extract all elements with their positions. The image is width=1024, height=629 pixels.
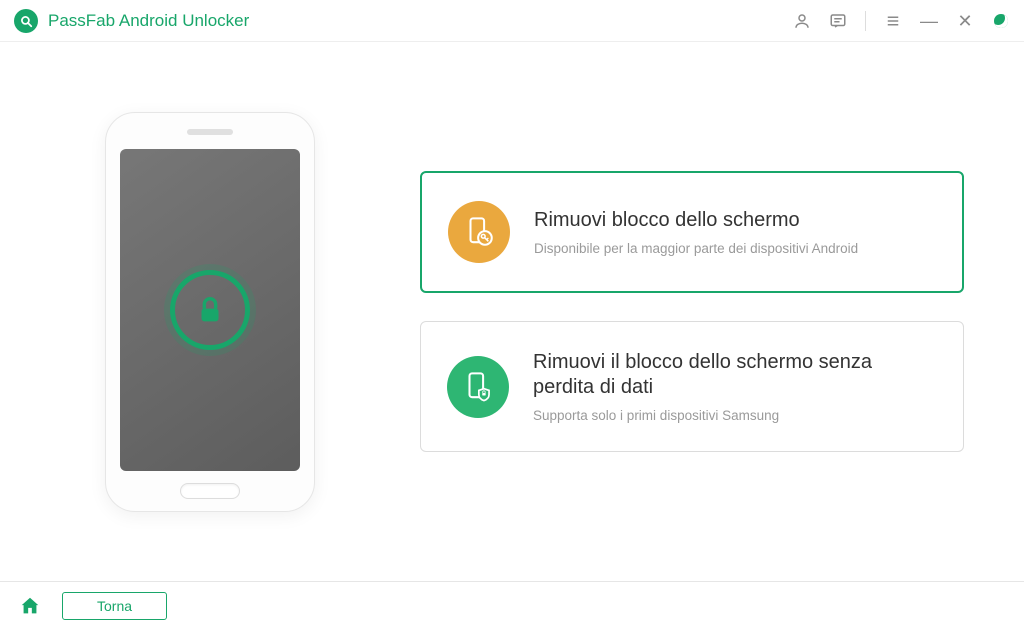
lock-icon xyxy=(170,270,250,350)
phone-key-icon xyxy=(448,201,510,263)
app-title: PassFab Android Unlocker xyxy=(48,11,249,31)
option-title: Rimuovi blocco dello schermo xyxy=(534,208,936,233)
app-logo xyxy=(14,9,38,33)
maximize-indicator[interactable] xyxy=(992,12,1010,30)
menu-icon[interactable] xyxy=(884,12,902,30)
option-title: Rimuovi il blocco dello schermo senza pe… xyxy=(533,350,937,400)
option-remove-screen-lock[interactable]: Rimuovi blocco dello schermo Disponibile… xyxy=(420,171,964,293)
phone-illustration xyxy=(0,112,420,512)
option-subtitle: Supporta solo i primi dispositivi Samsun… xyxy=(533,408,937,423)
option-subtitle: Disponibile per la maggior parte dei dis… xyxy=(534,241,936,256)
titlebar-controls: — ✕ xyxy=(793,11,1010,31)
separator xyxy=(865,11,866,31)
phone-shield-icon xyxy=(447,356,509,418)
options-list: Rimuovi blocco dello schermo Disponibile… xyxy=(420,171,1024,452)
close-button[interactable]: ✕ xyxy=(956,12,974,30)
main-content: Rimuovi blocco dello schermo Disponibile… xyxy=(0,42,1024,581)
footer: Torna xyxy=(0,581,1024,629)
back-button[interactable]: Torna xyxy=(62,592,167,620)
account-icon[interactable] xyxy=(793,12,811,30)
minimize-button[interactable]: — xyxy=(920,12,938,30)
feedback-icon[interactable] xyxy=(829,12,847,30)
option-remove-lock-no-data-loss[interactable]: Rimuovi il blocco dello schermo senza pe… xyxy=(420,321,964,452)
titlebar: PassFab Android Unlocker — ✕ xyxy=(0,0,1024,42)
home-button[interactable] xyxy=(18,594,42,618)
